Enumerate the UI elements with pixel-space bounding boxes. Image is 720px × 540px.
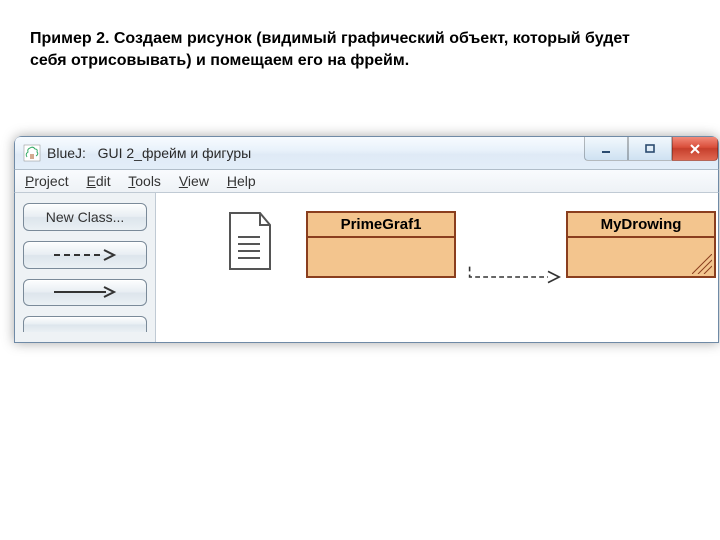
- menu-tools[interactable]: Tools: [128, 173, 161, 189]
- bluej-app-icon: [23, 144, 41, 162]
- bluej-window: BlueJ: GUI 2_фрейм и фигуры Project Edit…: [14, 136, 719, 343]
- new-class-button[interactable]: New Class...: [23, 203, 147, 231]
- partial-button[interactable]: [23, 316, 147, 332]
- window-controls: [584, 137, 718, 163]
- class-mydrowing[interactable]: MyDrowing: [566, 211, 716, 278]
- dependency-arrow-button[interactable]: [23, 241, 147, 269]
- menu-edit[interactable]: Edit: [86, 173, 110, 189]
- dependency-arrow: [456, 265, 576, 289]
- minimize-button[interactable]: [584, 137, 628, 161]
- project-name-label: GUI 2_фрейм и фигуры: [98, 145, 252, 161]
- titlebar: BlueJ: GUI 2_фрейм и фигуры: [14, 136, 719, 170]
- hatch-icon: [692, 254, 712, 274]
- left-toolbar: New Class...: [15, 193, 155, 342]
- class-mydrowing-name: MyDrowing: [568, 213, 714, 238]
- menu-help[interactable]: Help: [227, 173, 256, 189]
- association-arrow-button[interactable]: [23, 279, 147, 307]
- readme-doc-icon[interactable]: [226, 211, 274, 271]
- class-primegraf1-name: PrimeGraf1: [308, 213, 454, 238]
- app-name-label: BlueJ:: [47, 145, 86, 161]
- class-diagram-canvas[interactable]: PrimeGraf1 MyDrowing: [155, 193, 718, 342]
- menu-project[interactable]: Project: [25, 173, 69, 189]
- class-primegraf1[interactable]: PrimeGraf1: [306, 211, 456, 278]
- menu-view[interactable]: View: [179, 173, 209, 189]
- window-title: BlueJ: GUI 2_фрейм и фигуры: [47, 145, 251, 161]
- close-button[interactable]: [672, 137, 718, 161]
- class-mydrowing-body: [568, 238, 714, 276]
- work-area: New Class...: [14, 193, 719, 343]
- maximize-button[interactable]: [628, 137, 672, 161]
- class-primegraf1-body: [308, 238, 454, 276]
- example-caption: Пример 2. Создаем рисунок (видимый графи…: [30, 28, 650, 73]
- menubar: Project Edit Tools View Help: [14, 170, 719, 193]
